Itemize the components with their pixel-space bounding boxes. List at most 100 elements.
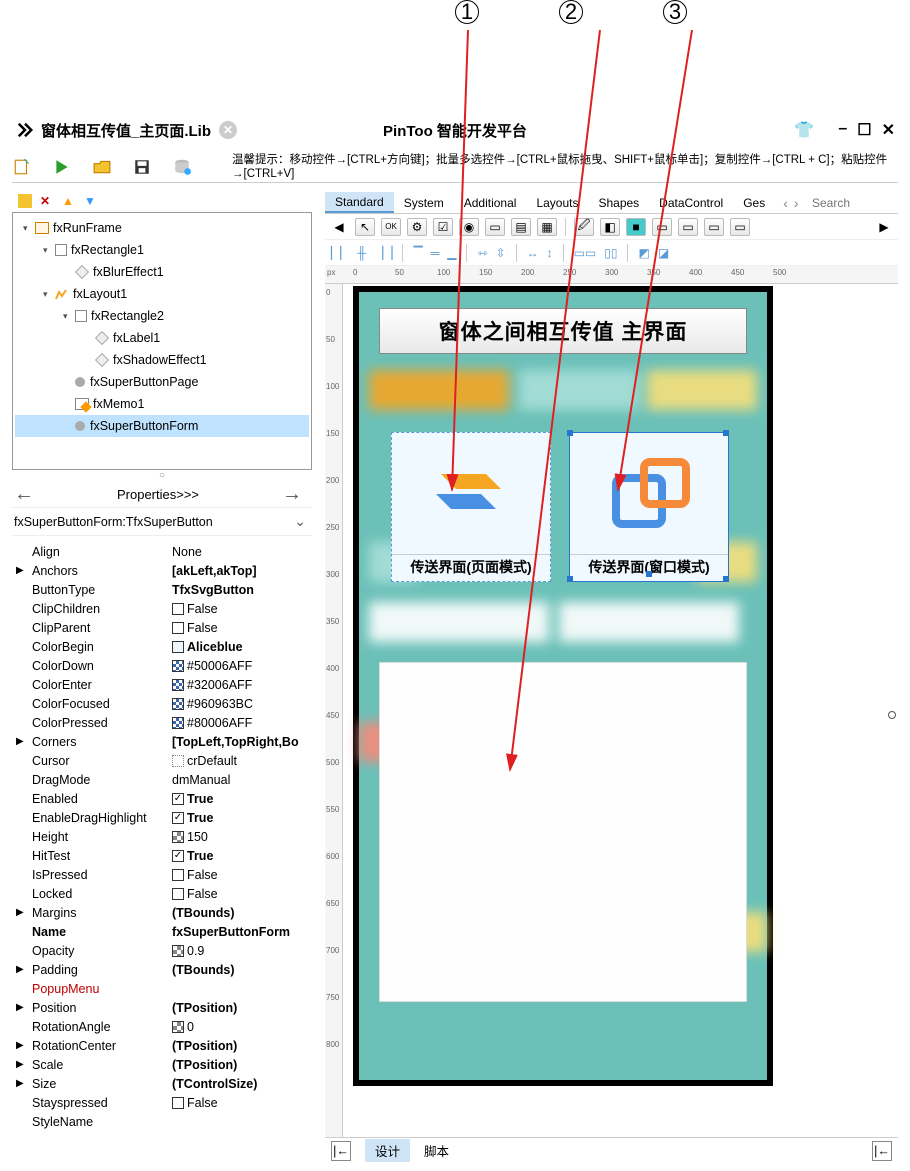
minimize-button[interactable]: –	[838, 120, 847, 140]
prop-HitTest[interactable]: HitTest✓ True	[12, 846, 312, 865]
prop-ClipParent[interactable]: ClipParent False	[12, 618, 312, 637]
prop-ColorBegin[interactable]: ColorBegin Aliceblue	[12, 637, 312, 656]
selected-class-row[interactable]: fxSuperButtonForm:TfxSuperButton ⌄	[12, 508, 312, 536]
palette-combo-icon[interactable]: ▭	[485, 218, 505, 236]
palette-radio-icon[interactable]: ◉	[459, 218, 479, 236]
prop-Size[interactable]: ▶Size (TControlSize)	[12, 1074, 312, 1093]
collapse-right-button[interactable]: |←	[872, 1141, 892, 1161]
tabs-prev-icon[interactable]: ‹	[783, 195, 788, 211]
tree-node-fxMemo1[interactable]: fxMemo1	[15, 393, 309, 415]
tshirt-icon[interactable]: 👕	[794, 120, 814, 140]
tab-ges[interactable]: Ges	[733, 192, 775, 213]
prop-ColorPressed[interactable]: ColorPressed #80006AFF	[12, 713, 312, 732]
prop-Position[interactable]: ▶Position (TPosition)	[12, 998, 312, 1017]
prop-Opacity[interactable]: Opacity 0.9	[12, 941, 312, 960]
align-middle-icon[interactable]: ═	[431, 246, 440, 260]
palette-grid-icon[interactable]: ▦	[537, 218, 557, 236]
tree-up-icon[interactable]: ▲	[62, 194, 76, 208]
tab-datacontrol[interactable]: DataControl	[649, 192, 733, 213]
prop-Height[interactable]: Height 150	[12, 827, 312, 846]
align-left-icon[interactable]: ▏▏	[331, 246, 349, 260]
save-icon[interactable]	[132, 157, 152, 177]
fx-memo1[interactable]	[379, 662, 747, 1002]
prop-Padding[interactable]: ▶Padding (TBounds)	[12, 960, 312, 979]
tree-delete-icon[interactable]: ✕	[40, 194, 54, 208]
component-tree[interactable]: ▾fxRunFrame▾fxRectangle1fxBlurEffect1▾fx…	[12, 212, 312, 470]
tree-node-fxShadowEffect1[interactable]: fxShadowEffect1	[15, 349, 309, 371]
prop-Cursor[interactable]: Cursor crDefault	[12, 751, 312, 770]
palette-more4-icon[interactable]: ▭	[730, 218, 750, 236]
prop-Align[interactable]: Align None	[12, 542, 312, 561]
palette-more2-icon[interactable]: ▭	[678, 218, 698, 236]
palette-search-input[interactable]	[808, 194, 898, 212]
palette-nav-right-icon[interactable]: ▶	[874, 218, 894, 236]
align-bottom-icon[interactable]: ▁	[447, 246, 456, 260]
class-dropdown-icon[interactable]: ⌄	[294, 513, 306, 530]
palette-more1-icon[interactable]: ▭	[652, 218, 672, 236]
prop-ColorEnter[interactable]: ColorEnter #32006AFF	[12, 675, 312, 694]
fx-rectangle1[interactable]: 窗体之间相互传值 主界面 传送界面(页面模式) 传送界面(窗口模式)	[359, 292, 767, 1080]
prop-Corners[interactable]: ▶Corners [TopLeft,TopRight,Bo	[12, 732, 312, 751]
prop-EnableDragHighlight[interactable]: EnableDragHighlight✓ True	[12, 808, 312, 827]
tree-tool-icon[interactable]	[18, 194, 32, 208]
send-back-icon[interactable]: ◪	[658, 246, 669, 260]
tab-standard[interactable]: Standard	[325, 192, 394, 213]
same-width-icon[interactable]: ↔	[527, 246, 539, 260]
palette-brush-icon[interactable]: 🖉	[574, 218, 594, 236]
prop-Locked[interactable]: Locked False	[12, 884, 312, 903]
right-collapse-handle[interactable]	[888, 711, 896, 719]
tree-node-fxLabel1[interactable]: fxLabel1	[15, 327, 309, 349]
prop-ColorFocused[interactable]: ColorFocused #960963BC	[12, 694, 312, 713]
fx-super-button-page[interactable]: 传送界面(页面模式)	[391, 432, 551, 582]
tab-additional[interactable]: Additional	[454, 192, 527, 213]
prop-RotationCenter[interactable]: ▶RotationCenter (TPosition)	[12, 1036, 312, 1055]
close-tab-button[interactable]: ✕	[219, 121, 237, 139]
script-tab[interactable]: 脚本	[424, 1141, 449, 1160]
tree-down-icon[interactable]: ▼	[84, 194, 98, 208]
tree-node-fxRectangle2[interactable]: ▾fxRectangle2	[15, 305, 309, 327]
prop-ColorDown[interactable]: ColorDown #50006AFF	[12, 656, 312, 675]
palette-ok-icon[interactable]: OK	[381, 218, 401, 236]
align-right-icon[interactable]: ▕▕	[374, 246, 392, 260]
splitter-handle[interactable]: ○	[12, 470, 312, 482]
tree-node-fxRectangle1[interactable]: ▾fxRectangle1	[15, 239, 309, 261]
tab-system[interactable]: System	[394, 192, 454, 213]
prop-Margins[interactable]: ▶Margins (TBounds)	[12, 903, 312, 922]
tree-node-fxSuperButtonPage[interactable]: fxSuperButtonPage	[15, 371, 309, 393]
prop-IsPressed[interactable]: IsPressed False	[12, 865, 312, 884]
palette-more3-icon[interactable]: ▭	[704, 218, 724, 236]
prop-ButtonType[interactable]: ButtonType TfxSvgButton	[12, 580, 312, 599]
collapse-left-button[interactable]: |←	[331, 1141, 351, 1161]
prop-Anchors[interactable]: ▶Anchors [akLeft,akTop]	[12, 561, 312, 580]
fx-run-frame[interactable]: 窗体之间相互传值 主界面 传送界面(页面模式) 传送界面(窗口模式)	[353, 286, 773, 1086]
align-center-icon[interactable]: ╫	[357, 246, 366, 260]
prop-nav-left[interactable]: ←	[14, 483, 34, 506]
palette-nav-left-icon[interactable]: ◀	[329, 218, 349, 236]
prop-Enabled[interactable]: Enabled✓ True	[12, 789, 312, 808]
bring-front-icon[interactable]: ◩	[638, 246, 649, 260]
close-button[interactable]: ✕	[882, 120, 895, 140]
align-top-icon[interactable]: ▔	[413, 246, 422, 260]
fx-super-button-form[interactable]: 传送界面(窗口模式)	[569, 432, 729, 582]
tree-node-fxLayout1[interactable]: ▾fxLayout1	[15, 283, 309, 305]
prop-Scale[interactable]: ▶Scale (TPosition)	[12, 1055, 312, 1074]
palette-check-icon[interactable]: ☑	[433, 218, 453, 236]
prop-Name[interactable]: Name fxSuperButtonForm	[12, 922, 312, 941]
restore-button[interactable]: ☐	[857, 120, 871, 140]
prop-DragMode[interactable]: DragMode dmManual	[12, 770, 312, 789]
palette-list-icon[interactable]: ▤	[511, 218, 531, 236]
palette-cursor-icon[interactable]: ↖	[355, 218, 375, 236]
tree-node-fxBlurEffect1[interactable]: fxBlurEffect1	[15, 261, 309, 283]
prop-StyleName[interactable]: StyleName	[12, 1112, 312, 1131]
same-height-icon[interactable]: ↕	[547, 246, 553, 260]
database-icon[interactable]	[172, 157, 192, 177]
canvas-area[interactable]: 0501001502002503003504004505005506006507…	[325, 284, 898, 1137]
prop-ClipChildren[interactable]: ClipChildren False	[12, 599, 312, 618]
distribute-v-icon[interactable]: ⇳	[496, 246, 506, 260]
tree-node-fxRunFrame[interactable]: ▾fxRunFrame	[15, 217, 309, 239]
prop-nav-right[interactable]: →	[282, 483, 302, 506]
design-tab[interactable]: 设计	[365, 1139, 410, 1162]
tab-shapes[interactable]: Shapes	[588, 192, 649, 213]
tabs-next-icon[interactable]: ›	[794, 195, 799, 211]
prop-Stayspressed[interactable]: Stayspressed False	[12, 1093, 312, 1112]
